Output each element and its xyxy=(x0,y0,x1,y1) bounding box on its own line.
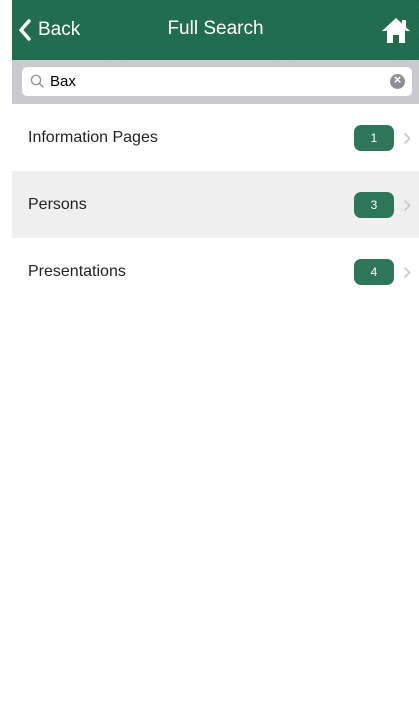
result-label: Information Pages xyxy=(28,129,158,146)
app-screen: Back Full Search × Information Pages 1 xyxy=(12,0,419,724)
clear-icon: × xyxy=(393,72,402,87)
back-label: Back xyxy=(38,19,81,40)
results-list: Information Pages 1 Persons 3 Presentati… xyxy=(12,104,419,305)
chevron-left-icon xyxy=(19,19,31,41)
search-bar: × xyxy=(12,60,419,104)
chevron-right-icon xyxy=(403,132,411,145)
clear-search-button[interactable]: × xyxy=(390,72,405,89)
search-field[interactable]: × xyxy=(22,67,412,96)
navigation-bar: Back Full Search xyxy=(12,0,419,60)
search-input[interactable] xyxy=(50,67,380,96)
result-row-presentations[interactable]: Presentations 4 xyxy=(12,238,419,305)
result-label: Presentations xyxy=(28,263,126,280)
count-badge: 3 xyxy=(354,192,394,218)
result-row-persons[interactable]: Persons 3 xyxy=(12,171,419,238)
home-button[interactable] xyxy=(381,16,411,44)
back-button[interactable]: Back xyxy=(18,14,80,46)
chevron-right-icon xyxy=(403,266,411,279)
result-row-information-pages[interactable]: Information Pages 1 xyxy=(12,104,419,171)
result-label: Persons xyxy=(28,196,87,213)
search-icon xyxy=(30,74,44,88)
count-badge: 1 xyxy=(354,125,394,151)
count-badge: 4 xyxy=(354,259,394,285)
home-icon xyxy=(382,18,410,43)
chevron-right-icon xyxy=(403,199,411,212)
